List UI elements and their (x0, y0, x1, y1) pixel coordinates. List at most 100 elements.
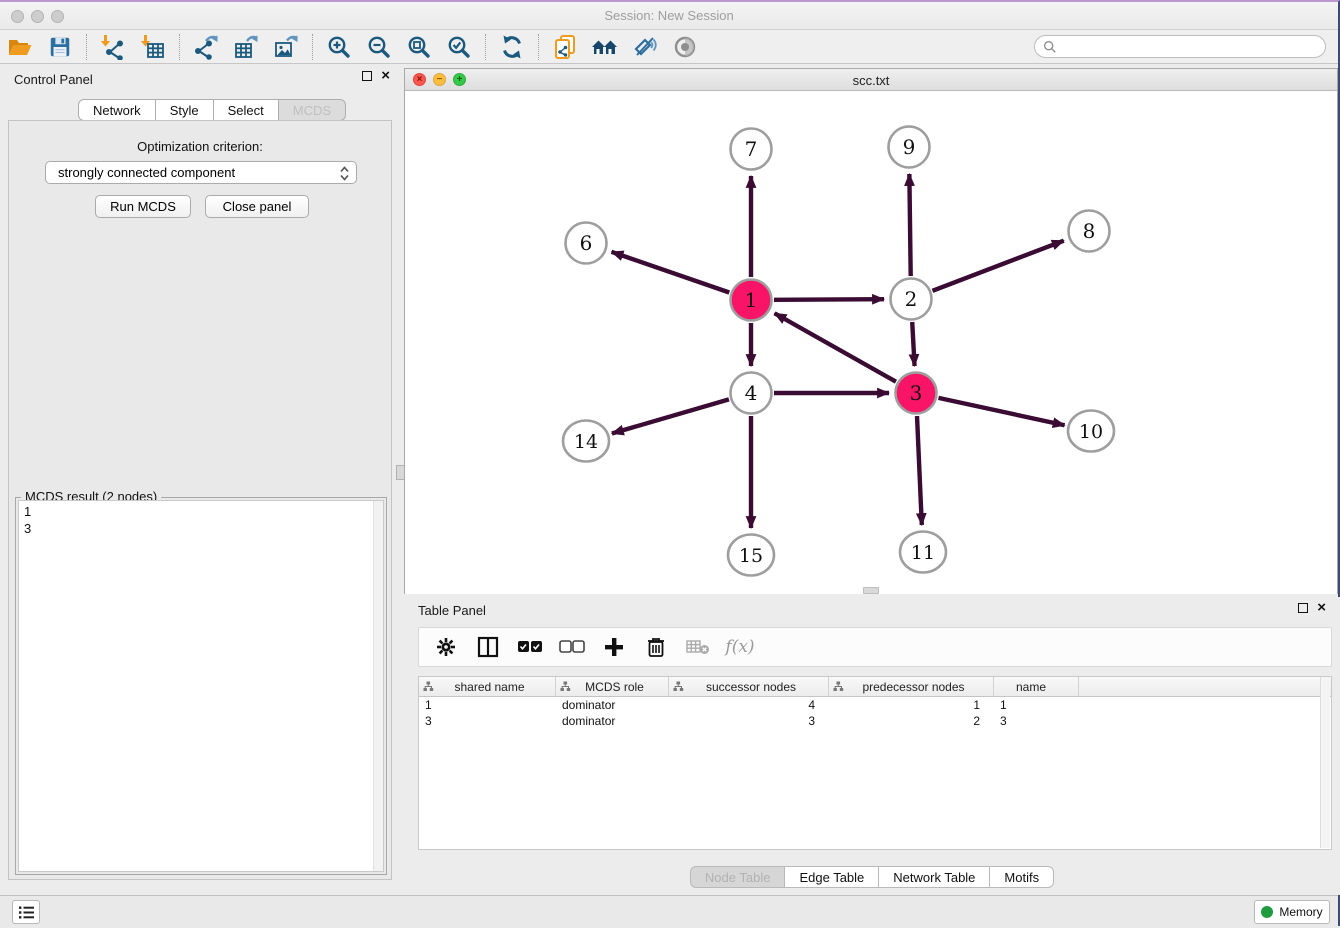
tab-mcds[interactable]: MCDS (279, 99, 346, 121)
tab-select[interactable]: Select (214, 99, 279, 121)
graph-node-label-7: 7 (745, 137, 758, 161)
graph-edge-2-3[interactable] (912, 322, 914, 366)
table-cell: 1 (994, 697, 1079, 713)
save-session-button[interactable] (40, 32, 80, 62)
plus-icon (604, 637, 624, 657)
save-floppy-icon (48, 35, 72, 59)
graph-edge-3-1[interactable] (775, 313, 896, 381)
import-network-button[interactable] (93, 32, 133, 62)
column-header-predecessor-nodes[interactable]: predecessor nodes (829, 677, 994, 696)
tab-network-table[interactable]: Network Table (879, 866, 990, 888)
open-session-button[interactable] (0, 32, 40, 62)
control-panel-float-icon[interactable] (362, 71, 372, 81)
network-bottom-grip[interactable] (863, 587, 879, 594)
zoom-selected-button[interactable] (439, 32, 479, 62)
export-image-button[interactable] (266, 32, 306, 62)
tab-network[interactable]: Network (78, 99, 156, 121)
graph-svg: 7968124314101511 (405, 91, 1337, 594)
graph-node-label-4: 4 (745, 381, 758, 405)
table-cell: 3 (669, 713, 829, 729)
node-table: shared name MCDS role successor nodes pr… (418, 676, 1332, 850)
import-table-button[interactable] (133, 32, 173, 62)
table-row[interactable]: 1dominator411 (419, 697, 1331, 713)
control-panel-header: Control Panel (0, 64, 400, 94)
column-header-mcds-role[interactable]: MCDS role (556, 677, 669, 696)
table-cell: 2 (829, 713, 994, 729)
toolbar-separator (485, 34, 486, 60)
tab-motifs[interactable]: Motifs (990, 866, 1054, 888)
graph-edge-4-14[interactable] (612, 399, 729, 433)
checked-boxes-icon (517, 640, 543, 654)
column-header-successor-nodes[interactable]: successor nodes (669, 677, 829, 696)
graph-node-label-14: 14 (574, 431, 598, 453)
export-table-icon (233, 34, 259, 60)
tab-edge-table[interactable]: Edge Table (785, 866, 879, 888)
table-panel-close-icon[interactable] (1317, 603, 1326, 613)
column-layout-button[interactable] (475, 634, 501, 660)
refresh-button[interactable] (492, 32, 532, 62)
deselect-all-rows-button[interactable] (559, 634, 585, 660)
tree-icon (560, 681, 571, 692)
search-input[interactable] (1063, 39, 1317, 55)
table-cell: 1 (419, 697, 556, 713)
toolbar-separator (538, 34, 539, 60)
task-history-button[interactable] (12, 900, 40, 924)
delete-table-button[interactable] (685, 634, 711, 660)
gear-icon (435, 636, 457, 658)
mcds-panel-body: Optimization criterion: strongly connect… (8, 120, 392, 880)
graph-edge-2-9[interactable] (909, 174, 910, 276)
duplicate-network-button[interactable] (545, 32, 585, 62)
preview-eye-button[interactable] (665, 32, 705, 62)
graph-edge-3-11[interactable] (917, 416, 922, 525)
table-body: 1dominator4113dominator323 (419, 697, 1331, 729)
table-cell: 3 (994, 713, 1079, 729)
criterion-select[interactable]: strongly connected component (45, 161, 357, 184)
network-canvas[interactable]: 7968124314101511 (405, 91, 1337, 594)
table-cell: 3 (419, 713, 556, 729)
toolbar-search[interactable] (1034, 35, 1326, 58)
table-settings-button[interactable] (433, 634, 459, 660)
graph-edge-2-8[interactable] (932, 241, 1063, 291)
eye-icon (672, 34, 698, 60)
memory-button[interactable]: Memory (1254, 900, 1330, 924)
export-table-button[interactable] (226, 32, 266, 62)
result-scrollbar[interactable] (373, 501, 383, 871)
window-titlebar: Session: New Session (0, 2, 1338, 30)
toolbar-separator (312, 34, 313, 60)
column-header-name[interactable]: name (994, 677, 1079, 696)
graph-edge-3-10[interactable] (938, 398, 1064, 425)
zoom-in-icon (326, 34, 352, 60)
tab-style[interactable]: Style (156, 99, 214, 121)
control-panel: Control Panel Network Style Select MCDS … (0, 64, 400, 895)
run-mcds-button[interactable]: Run MCDS (95, 195, 191, 218)
graph-node-label-6: 6 (580, 231, 593, 255)
label-visibility-button[interactable] (625, 32, 665, 62)
graph-edge-1-6[interactable] (612, 252, 730, 293)
table-cell: dominator (556, 697, 669, 713)
tab-node-table[interactable]: Node Table (690, 866, 786, 888)
network-window-titlebar[interactable]: scc.txt (405, 69, 1337, 91)
neighbors-button[interactable] (585, 32, 625, 62)
close-panel-button[interactable]: Close panel (205, 195, 309, 218)
function-builder-button[interactable]: f(x) (727, 634, 753, 660)
column-header-shared-name[interactable]: shared name (419, 677, 556, 696)
table-tabs: Node Table Edge Table Network Table Moti… (404, 866, 1340, 888)
houses-icon (591, 34, 619, 60)
zoom-in-button[interactable] (319, 32, 359, 62)
add-column-button[interactable] (601, 634, 627, 660)
export-network-button[interactable] (186, 32, 226, 62)
table-scrollbar[interactable] (1320, 677, 1330, 848)
table-row[interactable]: 3dominator323 (419, 713, 1331, 729)
mcds-result-text[interactable]: 1 3 (18, 500, 384, 872)
select-all-rows-button[interactable] (517, 634, 543, 660)
network-window: scc.txt 7968124314101511 (404, 68, 1338, 594)
table-panel-float-icon[interactable] (1298, 603, 1308, 613)
table-toolbar: f(x) (418, 627, 1332, 667)
delete-column-button[interactable] (643, 634, 669, 660)
graph-edge-1-2[interactable] (774, 299, 884, 300)
control-panel-close-icon[interactable] (381, 71, 390, 81)
application-window: Session: New Session (0, 0, 1340, 926)
zoom-fit-button[interactable] (399, 32, 439, 62)
zoom-out-button[interactable] (359, 32, 399, 62)
table-header-row: shared name MCDS role successor nodes pr… (419, 677, 1331, 697)
